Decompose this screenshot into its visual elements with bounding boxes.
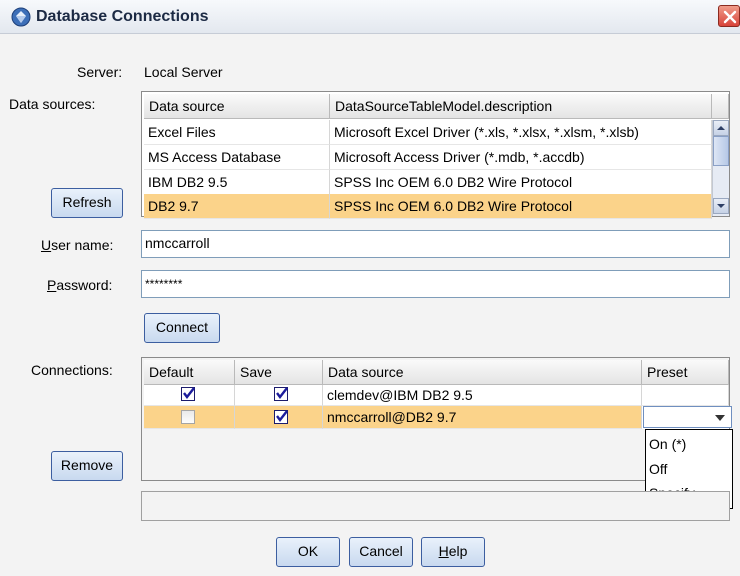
connections-label: Connections: <box>31 362 113 378</box>
chevron-down-icon <box>715 415 725 421</box>
user-name-label: User name: <box>41 237 113 253</box>
data-source-cell: IBM DB2 9.5 <box>144 170 330 195</box>
column-header-data-source[interactable]: Data source <box>144 94 330 119</box>
default-cell <box>144 406 235 429</box>
table-row[interactable]: IBM DB2 9.5 SPSS Inc OEM 6.0 DB2 Wire Pr… <box>144 170 712 195</box>
save-checkbox[interactable] <box>274 387 288 401</box>
data-source-cell: Excel Files <box>144 120 330 145</box>
default-checkbox[interactable] <box>181 387 195 401</box>
table-row[interactable]: Excel Files Microsoft Excel Driver (*.xl… <box>144 120 712 145</box>
default-checkbox[interactable] <box>181 410 195 424</box>
column-header-description[interactable]: DataSourceTableModel.description <box>330 94 712 119</box>
save-checkbox[interactable] <box>274 410 288 424</box>
remove-button[interactable]: Remove <box>51 451 123 481</box>
password-label-text: assword: <box>56 277 113 293</box>
default-cell <box>144 385 235 406</box>
column-header-preset[interactable]: Preset <box>642 360 729 385</box>
scroll-down-arrow[interactable] <box>713 198 729 214</box>
preset-cell[interactable] <box>642 385 729 406</box>
data-sources-label: Data sources: <box>9 96 96 112</box>
column-header-data-source[interactable]: Data source <box>323 360 642 385</box>
ok-button[interactable]: OK <box>276 537 340 567</box>
connect-button[interactable]: Connect <box>144 313 220 343</box>
check-icon <box>183 387 195 399</box>
save-cell <box>235 406 323 429</box>
save-cell <box>235 385 323 406</box>
connection-status-field <box>141 491 730 521</box>
server-value: Local Server <box>144 64 223 80</box>
connections-table[interactable]: Default Save Data source Preset clemdev@… <box>141 357 730 481</box>
diamond-app-icon <box>11 7 31 27</box>
column-header-save[interactable]: Save <box>235 360 323 385</box>
description-cell: SPSS Inc OEM 6.0 DB2 Wire Protocol <box>330 194 712 219</box>
password-mnemonic: P <box>47 277 57 293</box>
user-name-mnemonic: U <box>41 237 52 253</box>
user-name-label-text: ser name: <box>51 237 114 253</box>
password-label: Password: <box>47 277 112 293</box>
description-cell: Microsoft Excel Driver (*.xls, *.xlsx, *… <box>330 120 712 145</box>
table-row[interactable]: MS Access Database Microsoft Access Driv… <box>144 145 712 170</box>
table-row-selected[interactable]: DB2 9.7 SPSS Inc OEM 6.0 DB2 Wire Protoc… <box>144 194 712 219</box>
password-field[interactable]: ******** <box>141 270 730 298</box>
scroll-thumb[interactable] <box>713 136 729 166</box>
close-button[interactable] <box>718 5 740 27</box>
help-button[interactable]: Help <box>421 537 485 567</box>
chevron-up-icon <box>717 126 725 130</box>
user-name-field[interactable]: nmccarroll <box>141 230 730 258</box>
column-header-corner <box>712 94 729 119</box>
scroll-up-arrow[interactable] <box>713 120 729 136</box>
column-header-default[interactable]: Default <box>144 360 235 385</box>
database-connections-dialog: Database Connections Server: Local Serve… <box>0 0 740 576</box>
window-title: Database Connections <box>36 8 209 25</box>
connection-source-cell: clemdev@IBM DB2 9.5 <box>323 385 642 406</box>
data-sources-table[interactable]: Data source DataSourceTableModel.descrip… <box>141 91 730 219</box>
check-icon <box>276 387 288 399</box>
chevron-down-icon <box>717 204 725 208</box>
cancel-button[interactable]: Cancel <box>349 537 413 567</box>
close-icon <box>723 10 737 24</box>
preset-option-off[interactable]: Off <box>649 461 667 477</box>
description-cell: SPSS Inc OEM 6.0 DB2 Wire Protocol <box>330 170 712 195</box>
table-row[interactable]: clemdev@IBM DB2 9.5 <box>144 385 729 406</box>
refresh-button[interactable]: Refresh <box>51 188 123 218</box>
connection-source-cell: nmccarroll@DB2 9.7 <box>323 406 642 429</box>
vertical-scrollbar[interactable] <box>712 120 729 216</box>
server-label: Server: <box>77 64 123 80</box>
title-bar[interactable]: Database Connections <box>0 0 740 34</box>
check-icon <box>276 410 288 422</box>
data-source-cell: DB2 9.7 <box>144 194 330 219</box>
help-label: elp <box>448 543 468 559</box>
table-row-selected[interactable]: nmccarroll@DB2 9.7 <box>144 406 642 429</box>
preset-option-on[interactable]: On (*) <box>649 436 686 452</box>
preset-dropdown[interactable] <box>643 406 732 428</box>
data-source-cell: MS Access Database <box>144 145 330 170</box>
help-mnemonic: H <box>438 543 449 559</box>
description-cell: Microsoft Access Driver (*.mdb, *.accdb) <box>330 145 712 170</box>
